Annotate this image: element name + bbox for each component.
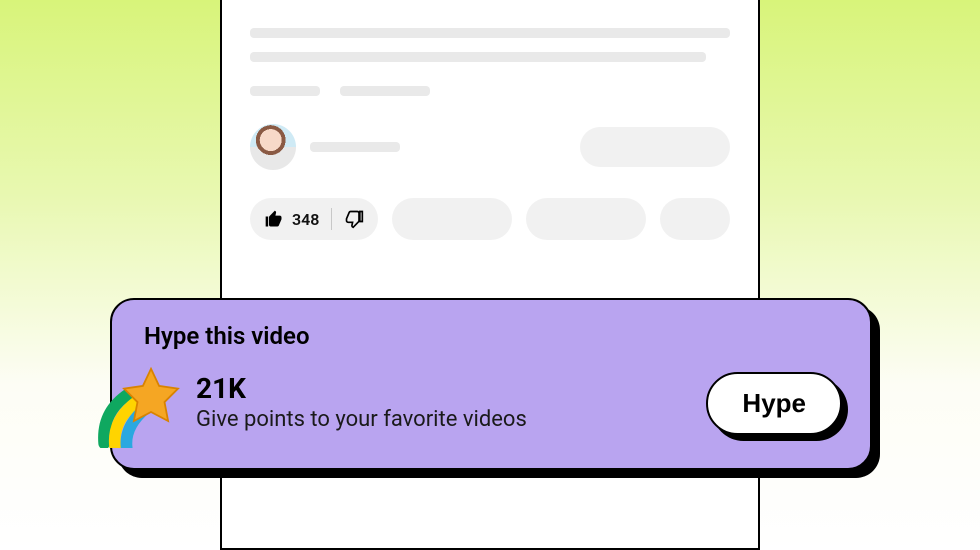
channel-row (250, 124, 730, 170)
hype-banner: Hype this video 21K Give points to your … (110, 298, 872, 470)
title-skeleton-line (250, 28, 730, 38)
hype-text-block: 21K Give points to your favorite videos (196, 374, 706, 432)
meta-skeleton (340, 86, 430, 96)
subscribe-button-skeleton[interactable] (580, 127, 730, 167)
thumbs-down-icon (344, 209, 364, 229)
like-dislike-pill: 348 (250, 198, 378, 240)
action-button-skeleton[interactable] (526, 198, 646, 240)
action-button-skeleton[interactable] (392, 198, 512, 240)
hype-count: 21K (196, 374, 706, 405)
meta-skeleton (250, 86, 320, 96)
thumbs-up-icon (264, 209, 284, 229)
title-skeleton-line (250, 52, 706, 62)
channel-name-skeleton (310, 142, 400, 152)
hype-button[interactable]: Hype (706, 372, 842, 435)
action-button-skeleton[interactable] (660, 198, 730, 240)
hype-banner-title: Hype this video (144, 322, 842, 350)
hype-subtitle: Give points to your favorite videos (196, 407, 706, 432)
meta-skeleton-row (250, 86, 730, 96)
hype-button-wrapper: Hype (706, 372, 842, 435)
like-button[interactable]: 348 (264, 209, 331, 229)
like-count: 348 (292, 210, 319, 229)
dislike-button[interactable] (332, 209, 364, 229)
actions-row: 348 (250, 198, 730, 240)
avatar[interactable] (250, 124, 296, 170)
shooting-star-icon (94, 358, 190, 448)
